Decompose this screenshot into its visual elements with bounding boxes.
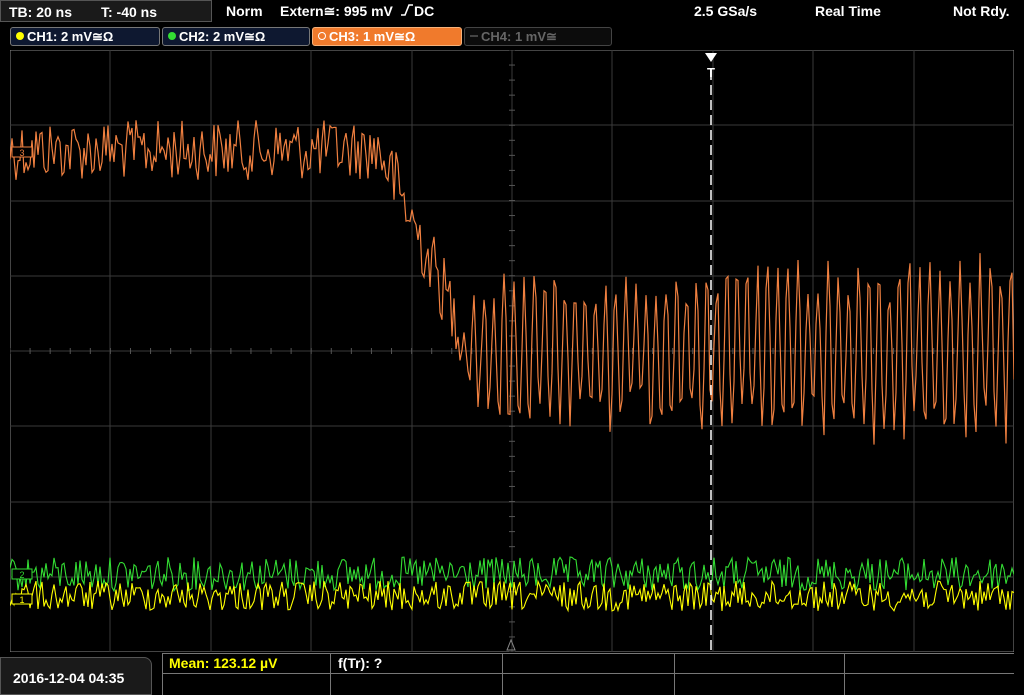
table-divider <box>674 653 675 695</box>
waveform-display[interactable]: T 3 2 1 <box>9 49 1015 653</box>
channel-3-label: CH3: 1 mV≅Ω <box>329 29 416 44</box>
trigger-coupling-label: DC <box>414 3 435 19</box>
acquisition-mode-label[interactable]: Real Time <box>815 3 881 19</box>
trigger-mode-label[interactable]: Norm <box>226 3 263 19</box>
channel-2-label: CH2: 2 mV≅Ω <box>179 29 266 44</box>
channel-2-level-label: 2 <box>19 570 24 580</box>
mean-measurement[interactable]: Mean: 123.12 µV <box>169 655 277 671</box>
channel-2-indicator-icon <box>168 32 176 40</box>
channel-2-level-marker[interactable]: 2 <box>11 568 33 580</box>
channel-1-level-marker[interactable]: 1 <box>11 593 33 605</box>
channel-3-level-label: 3 <box>19 148 24 158</box>
trigger-frequency-measurement[interactable]: f(Tr): ? <box>338 655 382 671</box>
channel-1-indicator-icon <box>16 32 24 40</box>
table-row-divider <box>162 673 1014 674</box>
timebase-label: TB: 20 ns <box>9 4 73 20</box>
trigger-marker-label: T <box>707 65 715 80</box>
acquisition-status-label: Not Rdy. <box>953 3 1010 19</box>
channel-3-level-marker[interactable]: 3 <box>11 146 33 158</box>
status-bar: TB: 20 ns T: -40 ns Norm Extern≅: 995 mV… <box>0 0 1024 24</box>
table-divider <box>844 653 845 695</box>
trigger-source-label[interactable]: Extern≅: 995 mV <box>280 3 393 20</box>
channel-bar: CH1: 2 mV≅Ω CH2: 2 mV≅Ω CH3: 1 mV≅Ω CH4:… <box>0 26 1024 48</box>
channel-1-label: CH1: 2 mV≅Ω <box>27 29 114 44</box>
waveform-canvas: T 3 2 1 <box>9 49 1015 653</box>
table-top-border <box>162 653 1014 654</box>
timebase-panel[interactable]: TB: 20 ns T: -40 ns <box>0 0 212 22</box>
trigger-time-label: T: -40 ns <box>101 4 158 20</box>
measurement-bar: 2016-12-04 04:35 Mean: 123.12 µV f(Tr): … <box>0 653 1024 695</box>
table-divider <box>502 653 503 695</box>
channel-3-indicator-icon <box>318 32 326 40</box>
channel-4-label: CH4: 1 mV≅ <box>481 29 557 44</box>
table-divider <box>162 653 163 695</box>
channel-4-button[interactable]: CH4: 1 mV≅ <box>464 27 612 46</box>
channel-4-indicator-icon <box>470 35 478 37</box>
channel-1-level-label: 1 <box>19 595 24 605</box>
sample-rate-label: 2.5 GSa/s <box>694 3 758 19</box>
datetime-label: 2016-12-04 04:35 <box>13 670 125 686</box>
table-divider <box>330 653 331 695</box>
measurement-table: Mean: 123.12 µV f(Tr): ? <box>162 653 1014 695</box>
channel-2-button[interactable]: CH2: 2 mV≅Ω <box>162 27 310 46</box>
trigger-slope-icon <box>400 3 414 20</box>
channel-1-button[interactable]: CH1: 2 mV≅Ω <box>10 27 160 46</box>
channel-3-button[interactable]: CH3: 1 mV≅Ω <box>312 27 462 46</box>
datetime-panel: 2016-12-04 04:35 <box>0 657 152 695</box>
